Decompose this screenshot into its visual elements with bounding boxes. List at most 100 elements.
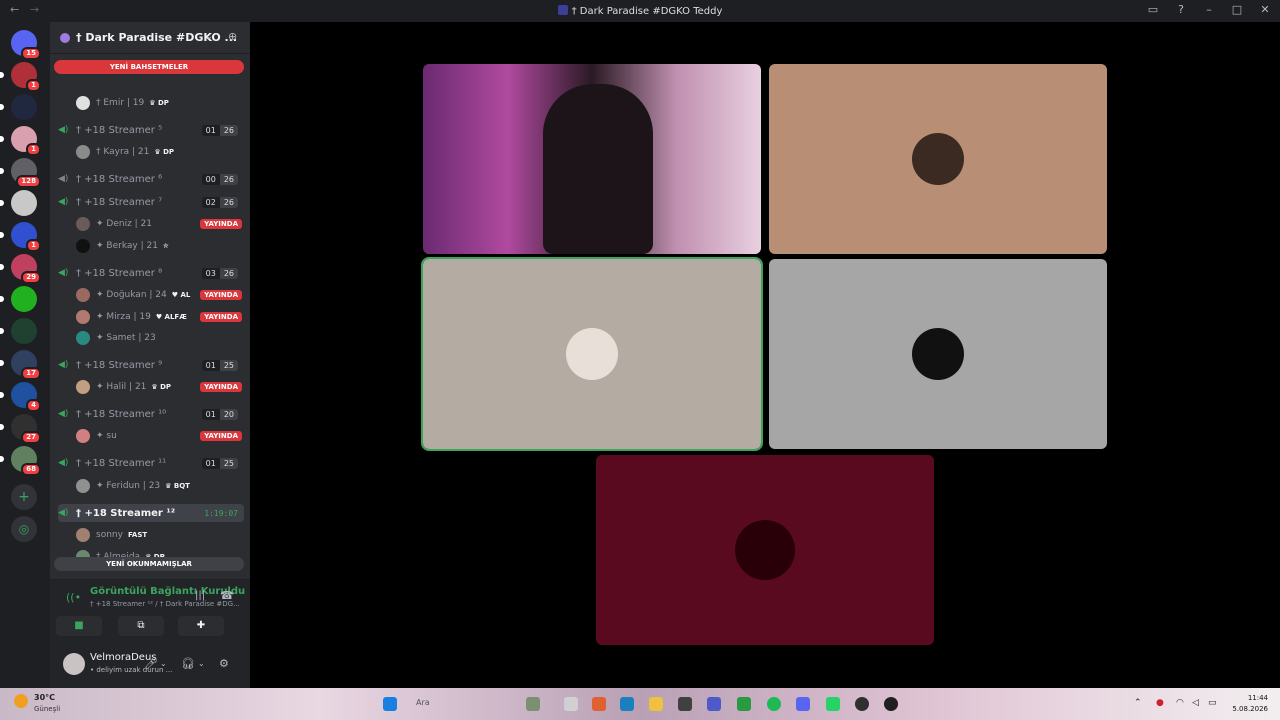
chevron-down-icon[interactable]: ⌄: [205, 31, 213, 42]
file-explorer-icon[interactable]: [649, 697, 663, 711]
server-gray-icon[interactable]: 128: [0, 158, 41, 188]
app-icon[interactable]: [855, 697, 869, 711]
microphone-tray-icon[interactable]: ●: [1156, 698, 1164, 708]
speaker-icon: ◀): [58, 508, 69, 518]
voice-user[interactable]: ✦ Halil | 21 ♛ DP YAYINDA: [76, 378, 244, 396]
activity-button[interactable]: ✚: [178, 616, 224, 636]
server-lc-icon[interactable]: 1: [0, 222, 41, 252]
noise-suppression-icon[interactable]: |||: [195, 590, 205, 601]
voice-user[interactable]: ✦ Mirza | 19 ♥ ALFÆ YAYINDA: [76, 308, 244, 326]
voice-channel[interactable]: ◀) † +18 Streamer ⁸ 03 26: [58, 264, 244, 282]
task-view-icon[interactable]: [564, 697, 578, 711]
server-kick-icon[interactable]: [0, 286, 37, 312]
user-name: ✦ Deniz | 21: [96, 219, 153, 229]
voice-user[interactable]: ✦ Doğukan | 24 ♥ AL YAYINDA: [76, 286, 244, 304]
title-bar: ← → † Dark Paradise #DGKO Teddy ▭ ? – □ …: [0, 0, 1280, 22]
volume-icon[interactable]: ◁: [1192, 698, 1199, 708]
voice-user[interactable]: sonny FAST: [76, 526, 244, 544]
windows-start-icon[interactable]: [383, 697, 397, 711]
voice-channel[interactable]: ◀) † +18 Streamer ⁶ 00 26: [58, 170, 244, 188]
voice-channel[interactable]: ◀) † +18 Streamer ¹² 1:19:07: [58, 504, 244, 522]
help-icon[interactable]: ?: [1174, 3, 1188, 16]
voice-user[interactable]: ✦ su YAYINDA: [76, 427, 244, 445]
voice-channel[interactable]: ◀) † +18 Streamer ¹¹ 01 25: [58, 454, 244, 472]
store-icon[interactable]: [678, 697, 692, 711]
discord-home-icon[interactable]: 15: [11, 30, 41, 60]
chevron-down-icon[interactable]: ⌄: [198, 659, 205, 668]
unread-indicator: [0, 104, 4, 110]
camera-button[interactable]: ■: [56, 616, 102, 636]
server-rose-icon[interactable]: 29: [0, 254, 41, 284]
chevron-down-icon[interactable]: ⌄: [160, 659, 167, 668]
chrome-icon[interactable]: [737, 697, 751, 711]
voice-channel[interactable]: ◀) † +18 Streamer ⁷ 02 26: [58, 193, 244, 211]
new-unreads-pill[interactable]: YENİ OKUNMAMIŞLAR: [54, 557, 244, 571]
avatar[interactable]: [63, 653, 85, 675]
server-red-icon[interactable]: 1: [0, 62, 41, 92]
system-clock[interactable]: 11:44 5.08.2026: [1232, 693, 1268, 715]
disconnect-icon[interactable]: ☎: [220, 589, 234, 602]
signal-icon[interactable]: ((•: [66, 591, 81, 604]
discord-icon[interactable]: [796, 697, 810, 711]
microphone-icon[interactable]: 🎤︎: [144, 657, 158, 670]
mention-badge: 1: [26, 79, 41, 92]
voice-channel[interactable]: ◀) † +18 Streamer ⁹ 01 25: [58, 356, 244, 374]
tile-beige[interactable]: [421, 257, 763, 451]
voice-user[interactable]: † Emir | 19 ♛ DP: [76, 94, 244, 112]
server-dark-icon[interactable]: [0, 94, 37, 120]
chatgpt-icon[interactable]: [884, 697, 898, 711]
tile-peach[interactable]: [769, 64, 1107, 254]
app-icon[interactable]: [592, 697, 606, 711]
avatar: [76, 528, 90, 542]
headset-icon[interactable]: 🎧︎: [181, 657, 195, 670]
connection-location[interactable]: † +18 Streamer ¹² / † Dark Paradise #DG.…: [90, 600, 240, 608]
weather-description[interactable]: Güneşli: [34, 705, 60, 713]
weather-icon[interactable]: [14, 694, 28, 708]
server-moon-icon[interactable]: [0, 318, 37, 344]
server-qr-icon[interactable]: 27: [0, 414, 41, 444]
teams-icon[interactable]: [707, 697, 721, 711]
server-pink-icon[interactable]: 1: [0, 126, 41, 156]
channel-name: † +18 Streamer ⁵: [76, 124, 163, 136]
voice-user[interactable]: ✦ Feridun | 23 ♛ BQT: [76, 477, 244, 495]
wifi-icon[interactable]: ◠: [1176, 698, 1184, 708]
tray-expand-icon[interactable]: ⌃: [1134, 698, 1142, 708]
tile-gray[interactable]: [769, 259, 1107, 449]
app-icon[interactable]: [526, 697, 540, 711]
voice-user[interactable]: ✦ Samet | 23: [76, 329, 244, 347]
tile-crimson[interactable]: [596, 455, 934, 645]
avatar: [76, 145, 90, 159]
avatar: [76, 239, 90, 253]
minimize-icon[interactable]: –: [1202, 3, 1216, 16]
edge-icon[interactable]: [620, 697, 634, 711]
voice-channel[interactable]: ◀) † +18 Streamer ⁵ 01 26: [58, 121, 244, 139]
close-icon[interactable]: ✕: [1258, 3, 1272, 16]
server-deus-icon[interactable]: [0, 190, 37, 216]
add-server-icon[interactable]: +: [11, 484, 37, 510]
user-count: 01 20: [201, 408, 238, 420]
invite-icon[interactable]: ⊕: [228, 30, 237, 43]
inbox-icon[interactable]: ▭: [1146, 3, 1160, 16]
voice-user[interactable]: ✦ Berkay | 21 ✮: [76, 237, 244, 255]
maximize-icon[interactable]: □: [1230, 3, 1244, 16]
whatsapp-icon[interactable]: [826, 697, 840, 711]
discover-icon[interactable]: ◎: [11, 516, 37, 542]
voice-channel[interactable]: ◀) † +18 Streamer ¹⁰ 01 20: [58, 405, 244, 423]
new-mentions-pill[interactable]: YENİ BAHSETMELER: [54, 60, 244, 74]
settings-gear-icon[interactable]: ⚙: [219, 657, 229, 670]
tile-camera[interactable]: [423, 64, 761, 254]
search-label[interactable]: Ara: [416, 698, 430, 707]
server-group-icon[interactable]: 68: [0, 446, 41, 476]
screen-share-button[interactable]: ⧉: [118, 616, 164, 636]
server-blue-icon[interactable]: 17: [0, 350, 41, 380]
guild-header[interactable]: † Dark Paradise #DGKO ... ⌄ ⊕: [50, 22, 250, 54]
server-dcflow-icon[interactable]: 4: [0, 382, 41, 412]
mention-badge: 15: [21, 47, 41, 60]
user-tag: ♥ ALFÆ: [155, 313, 187, 321]
voice-user[interactable]: † Kayra | 21 ♛ DP: [76, 143, 244, 161]
battery-icon[interactable]: ▭: [1208, 698, 1217, 708]
spotify-icon[interactable]: [767, 697, 781, 711]
voice-user[interactable]: ✦ Deniz | 21 YAYINDA: [76, 215, 244, 233]
weather-temperature[interactable]: 30°C: [34, 693, 55, 702]
unread-indicator: [0, 328, 4, 334]
